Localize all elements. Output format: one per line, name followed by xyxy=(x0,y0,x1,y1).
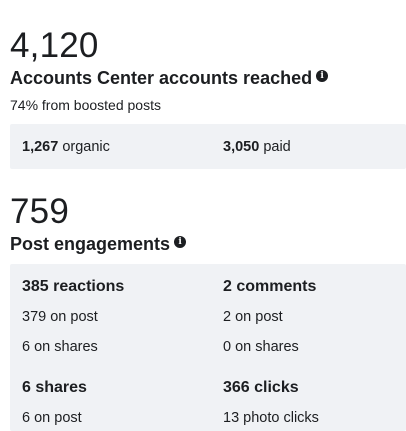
photo-clicks: 13 photo clicks xyxy=(223,410,319,426)
comments-on-post-label: on post xyxy=(235,309,283,325)
organic-stat: 1,267 organic xyxy=(22,139,110,155)
shares-on-post-value: 6 xyxy=(22,410,31,426)
comments-heading: 2 comments xyxy=(223,278,317,295)
reach-breakdown-panel: 1,267 organic 3,050 paid xyxy=(10,124,406,169)
reach-subtext: 74% from boosted posts xyxy=(10,97,161,113)
comments-on-post-value: 2 xyxy=(223,309,232,325)
reactions-on-post: 379 on post xyxy=(22,309,98,325)
reach-title-text: Accounts Center accounts reached xyxy=(10,68,313,88)
insights-panel: 4,120 Accounts Center accounts reached i… xyxy=(0,0,406,431)
reach-number: 4,120 xyxy=(10,26,99,65)
organic-label: organic xyxy=(62,139,110,155)
info-icon[interactable]: i xyxy=(316,69,329,82)
paid-stat: 3,050 paid xyxy=(223,139,291,155)
comments-on-shares: 0 on shares xyxy=(223,339,299,355)
engagements-breakdown-panel: 385 reactions 379 on post 6 on shares 2 … xyxy=(10,264,406,431)
engagements-title: Post engagements i xyxy=(10,234,187,255)
reactions-heading: 385 reactions xyxy=(22,278,125,295)
paid-value: 3,050 xyxy=(223,139,260,155)
reach-title: Accounts Center accounts reached i xyxy=(10,68,329,89)
comments-on-shares-value: 0 xyxy=(223,339,232,355)
comments-on-post: 2 on post xyxy=(223,309,283,325)
reactions-on-shares: 6 on shares xyxy=(22,339,98,355)
photo-clicks-value: 13 xyxy=(223,410,240,426)
shares-on-post: 6 on post xyxy=(22,410,82,426)
comments-on-shares-label: on shares xyxy=(235,339,299,355)
engagements-number: 759 xyxy=(10,192,69,231)
shares-on-post-label: on post xyxy=(34,410,82,426)
clicks-heading: 366 clicks xyxy=(223,379,299,396)
photo-clicks-label: photo clicks xyxy=(243,410,319,426)
info-icon[interactable]: i xyxy=(174,235,187,248)
reactions-on-post-label: on post xyxy=(50,309,98,325)
engagements-title-text: Post engagements xyxy=(10,234,171,254)
paid-label: paid xyxy=(263,139,291,155)
organic-value: 1,267 xyxy=(22,139,59,155)
reactions-on-post-value: 379 xyxy=(22,309,47,325)
reactions-on-shares-label: on shares xyxy=(34,339,98,355)
reactions-on-shares-value: 6 xyxy=(22,339,31,355)
shares-heading: 6 shares xyxy=(22,379,87,396)
